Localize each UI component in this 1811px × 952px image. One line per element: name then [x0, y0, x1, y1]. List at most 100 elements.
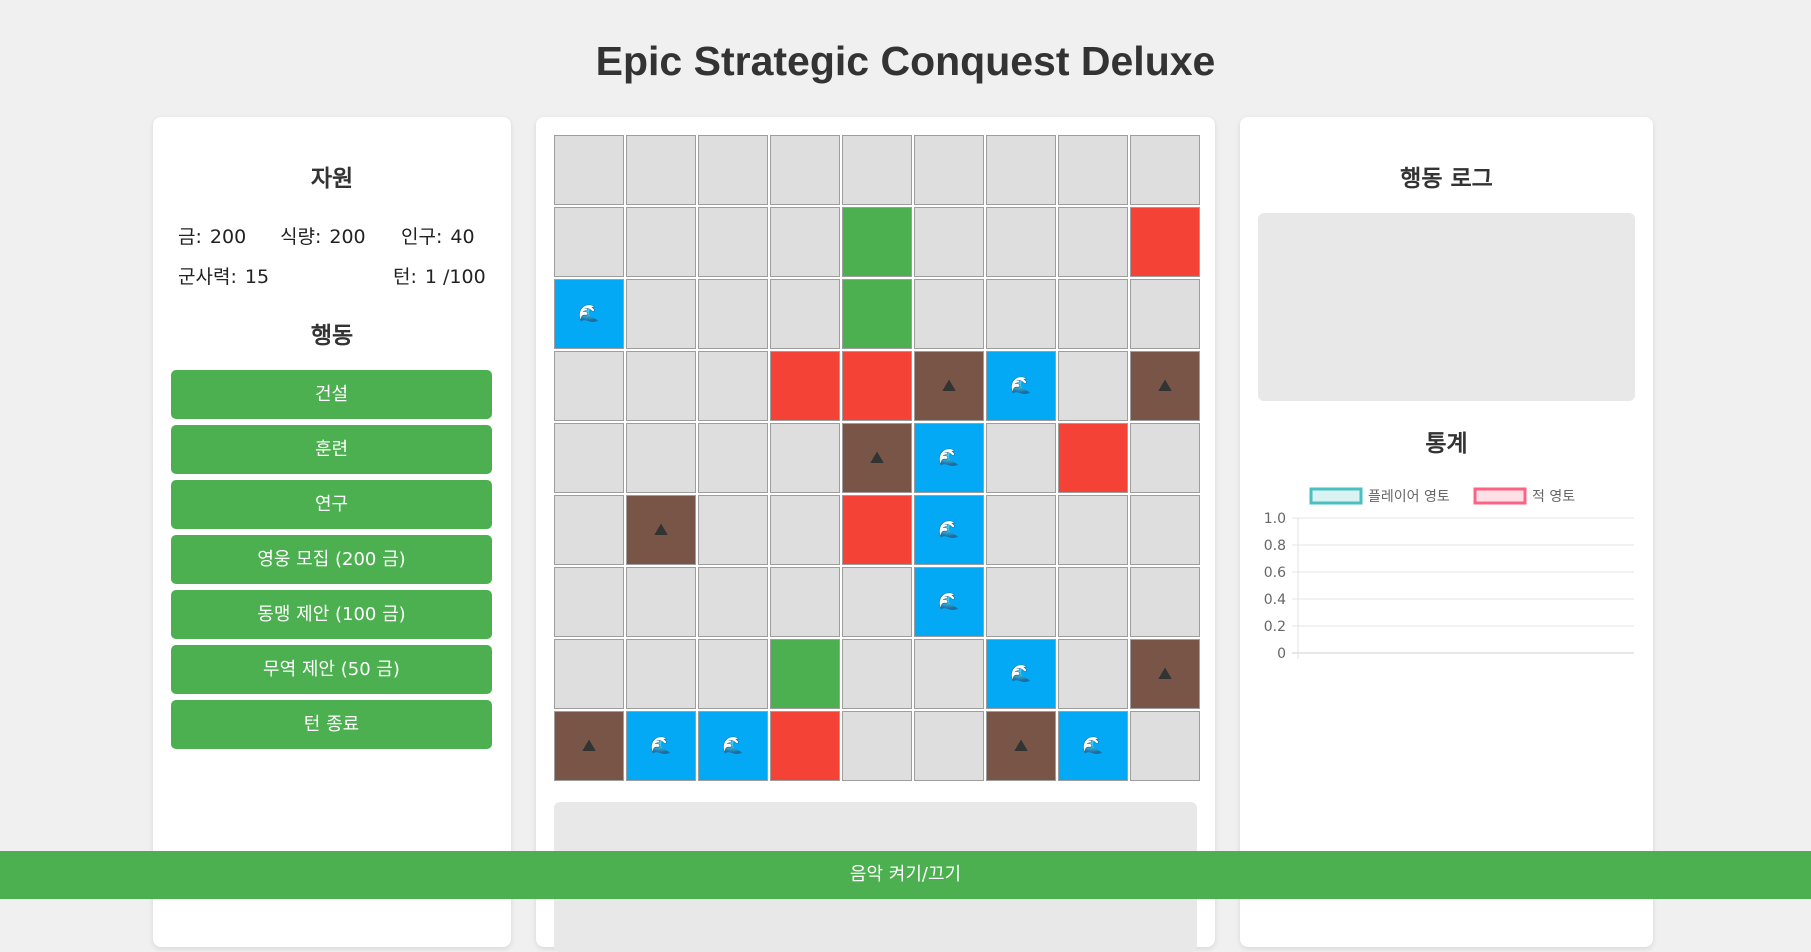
- map-tile-empty[interactable]: [626, 423, 696, 493]
- legend-player-swatch[interactable]: [1309, 487, 1363, 505]
- map-tile-enemy[interactable]: [1058, 423, 1128, 493]
- map-tile-enemy[interactable]: [770, 351, 840, 421]
- map-tile-water[interactable]: 🌊: [914, 423, 984, 493]
- map-tile-empty[interactable]: [626, 135, 696, 205]
- map-tile-empty[interactable]: [1058, 639, 1128, 709]
- map-tile-empty[interactable]: [842, 639, 912, 709]
- train-button[interactable]: 훈련: [171, 425, 492, 474]
- legend-player-label[interactable]: 플레이어 영토: [1368, 489, 1450, 505]
- map-tile-empty[interactable]: [698, 135, 768, 205]
- map-tile-empty[interactable]: [1058, 351, 1128, 421]
- map-tile-empty[interactable]: [1130, 279, 1200, 349]
- music-toggle-button[interactable]: 음악 켜기/끄기: [0, 851, 1811, 899]
- game-title: Epic Strategic Conquest Deluxe: [595, 38, 1216, 84]
- map-tile-player[interactable]: [842, 279, 912, 349]
- research-button[interactable]: 연구: [171, 480, 492, 529]
- map-tile-empty[interactable]: [698, 495, 768, 565]
- map-tile-water[interactable]: 🌊: [914, 567, 984, 637]
- map-tile-empty[interactable]: [554, 639, 624, 709]
- map-tile-water[interactable]: 🌊: [986, 639, 1056, 709]
- build-button[interactable]: 건설: [171, 370, 492, 419]
- map-tile-empty[interactable]: [698, 351, 768, 421]
- map-tile-empty[interactable]: [554, 567, 624, 637]
- map-tile-empty[interactable]: [626, 279, 696, 349]
- map-tile-player[interactable]: [770, 639, 840, 709]
- map-tile-enemy[interactable]: [770, 711, 840, 781]
- map-tile-empty[interactable]: [698, 279, 768, 349]
- y-tick-label: 0.8: [1264, 538, 1286, 554]
- map-tile-empty[interactable]: [986, 495, 1056, 565]
- map-tile-empty[interactable]: [1058, 207, 1128, 277]
- map-tile-empty[interactable]: [986, 423, 1056, 493]
- map-tile-empty[interactable]: [914, 639, 984, 709]
- map-tile-empty[interactable]: [1058, 495, 1128, 565]
- map-tile-empty[interactable]: [1058, 135, 1128, 205]
- map-tile-mountain[interactable]: ⛰: [1130, 351, 1200, 421]
- map-tile-empty[interactable]: [554, 495, 624, 565]
- map-tile-water[interactable]: 🌊: [698, 711, 768, 781]
- legend-enemy-label[interactable]: 적 영토: [1532, 489, 1575, 505]
- y-tick-label: 1.0: [1264, 511, 1286, 527]
- map-tile-empty[interactable]: [986, 567, 1056, 637]
- map-tile-mountain[interactable]: ⛰: [626, 495, 696, 565]
- map-tile-empty[interactable]: [626, 567, 696, 637]
- map-tile-enemy[interactable]: [842, 351, 912, 421]
- map-tile-mountain[interactable]: ⛰: [914, 351, 984, 421]
- map-tile-empty[interactable]: [1130, 135, 1200, 205]
- map-tile-empty[interactable]: [1130, 567, 1200, 637]
- map-tile-mountain[interactable]: ⛰: [986, 711, 1056, 781]
- map-tile-empty[interactable]: [626, 207, 696, 277]
- map-tile-empty[interactable]: [770, 423, 840, 493]
- map-tile-empty[interactable]: [554, 207, 624, 277]
- map-tile-empty[interactable]: [770, 279, 840, 349]
- map-tile-empty[interactable]: [1058, 279, 1128, 349]
- map-tile-empty[interactable]: [842, 711, 912, 781]
- map-tile-empty[interactable]: [770, 207, 840, 277]
- map-tile-empty[interactable]: [914, 135, 984, 205]
- map-tile-water[interactable]: 🌊: [554, 279, 624, 349]
- recruit-hero-button[interactable]: 영웅 모집 (200 금): [171, 535, 492, 584]
- map-tile-empty[interactable]: [986, 279, 1056, 349]
- map-tile-empty[interactable]: [554, 135, 624, 205]
- map-tile-empty[interactable]: [626, 639, 696, 709]
- map-tile-empty[interactable]: [626, 351, 696, 421]
- map-tile-empty[interactable]: [842, 567, 912, 637]
- map-tile-empty[interactable]: [842, 135, 912, 205]
- map-tile-mountain[interactable]: ⛰: [554, 711, 624, 781]
- map-tile-enemy[interactable]: [1130, 207, 1200, 277]
- map-tile-empty[interactable]: [914, 207, 984, 277]
- map-tile-player[interactable]: [842, 207, 912, 277]
- map-tile-mountain[interactable]: ⛰: [1130, 639, 1200, 709]
- map-tile-empty[interactable]: [698, 639, 768, 709]
- map-tile-empty[interactable]: [914, 711, 984, 781]
- map-tile-empty[interactable]: [770, 135, 840, 205]
- turn-value: 1 /100: [424, 266, 486, 288]
- actions-heading: 행동: [310, 323, 354, 349]
- map-tile-empty[interactable]: [770, 495, 840, 565]
- map-tile-mountain[interactable]: ⛰: [842, 423, 912, 493]
- propose-alliance-button[interactable]: 동맹 제안 (100 금): [171, 590, 492, 639]
- map-tile-empty[interactable]: [986, 135, 1056, 205]
- map-tile-empty[interactable]: [914, 279, 984, 349]
- map-tile-water[interactable]: 🌊: [626, 711, 696, 781]
- map-tile-empty[interactable]: [698, 207, 768, 277]
- military-value: 15: [244, 266, 270, 288]
- legend-enemy-swatch[interactable]: [1473, 487, 1527, 505]
- map-tile-empty[interactable]: [1058, 567, 1128, 637]
- propose-trade-button[interactable]: 무역 제안 (50 금): [171, 645, 492, 694]
- map-tile-empty[interactable]: [1130, 711, 1200, 781]
- map-tile-water[interactable]: 🌊: [914, 495, 984, 565]
- map-tile-empty[interactable]: [698, 423, 768, 493]
- map-tile-empty[interactable]: [554, 351, 624, 421]
- map-tile-empty[interactable]: [1130, 423, 1200, 493]
- map-tile-empty[interactable]: [1130, 495, 1200, 565]
- map-tile-enemy[interactable]: [842, 495, 912, 565]
- map-tile-empty[interactable]: [698, 567, 768, 637]
- map-tile-empty[interactable]: [770, 567, 840, 637]
- wave-icon: 🌊: [938, 591, 960, 612]
- map-tile-empty[interactable]: [554, 423, 624, 493]
- map-tile-water[interactable]: 🌊: [1058, 711, 1128, 781]
- map-tile-water[interactable]: 🌊: [986, 351, 1056, 421]
- end-turn-button[interactable]: 턴 종료: [171, 700, 492, 749]
- map-tile-empty[interactable]: [986, 207, 1056, 277]
